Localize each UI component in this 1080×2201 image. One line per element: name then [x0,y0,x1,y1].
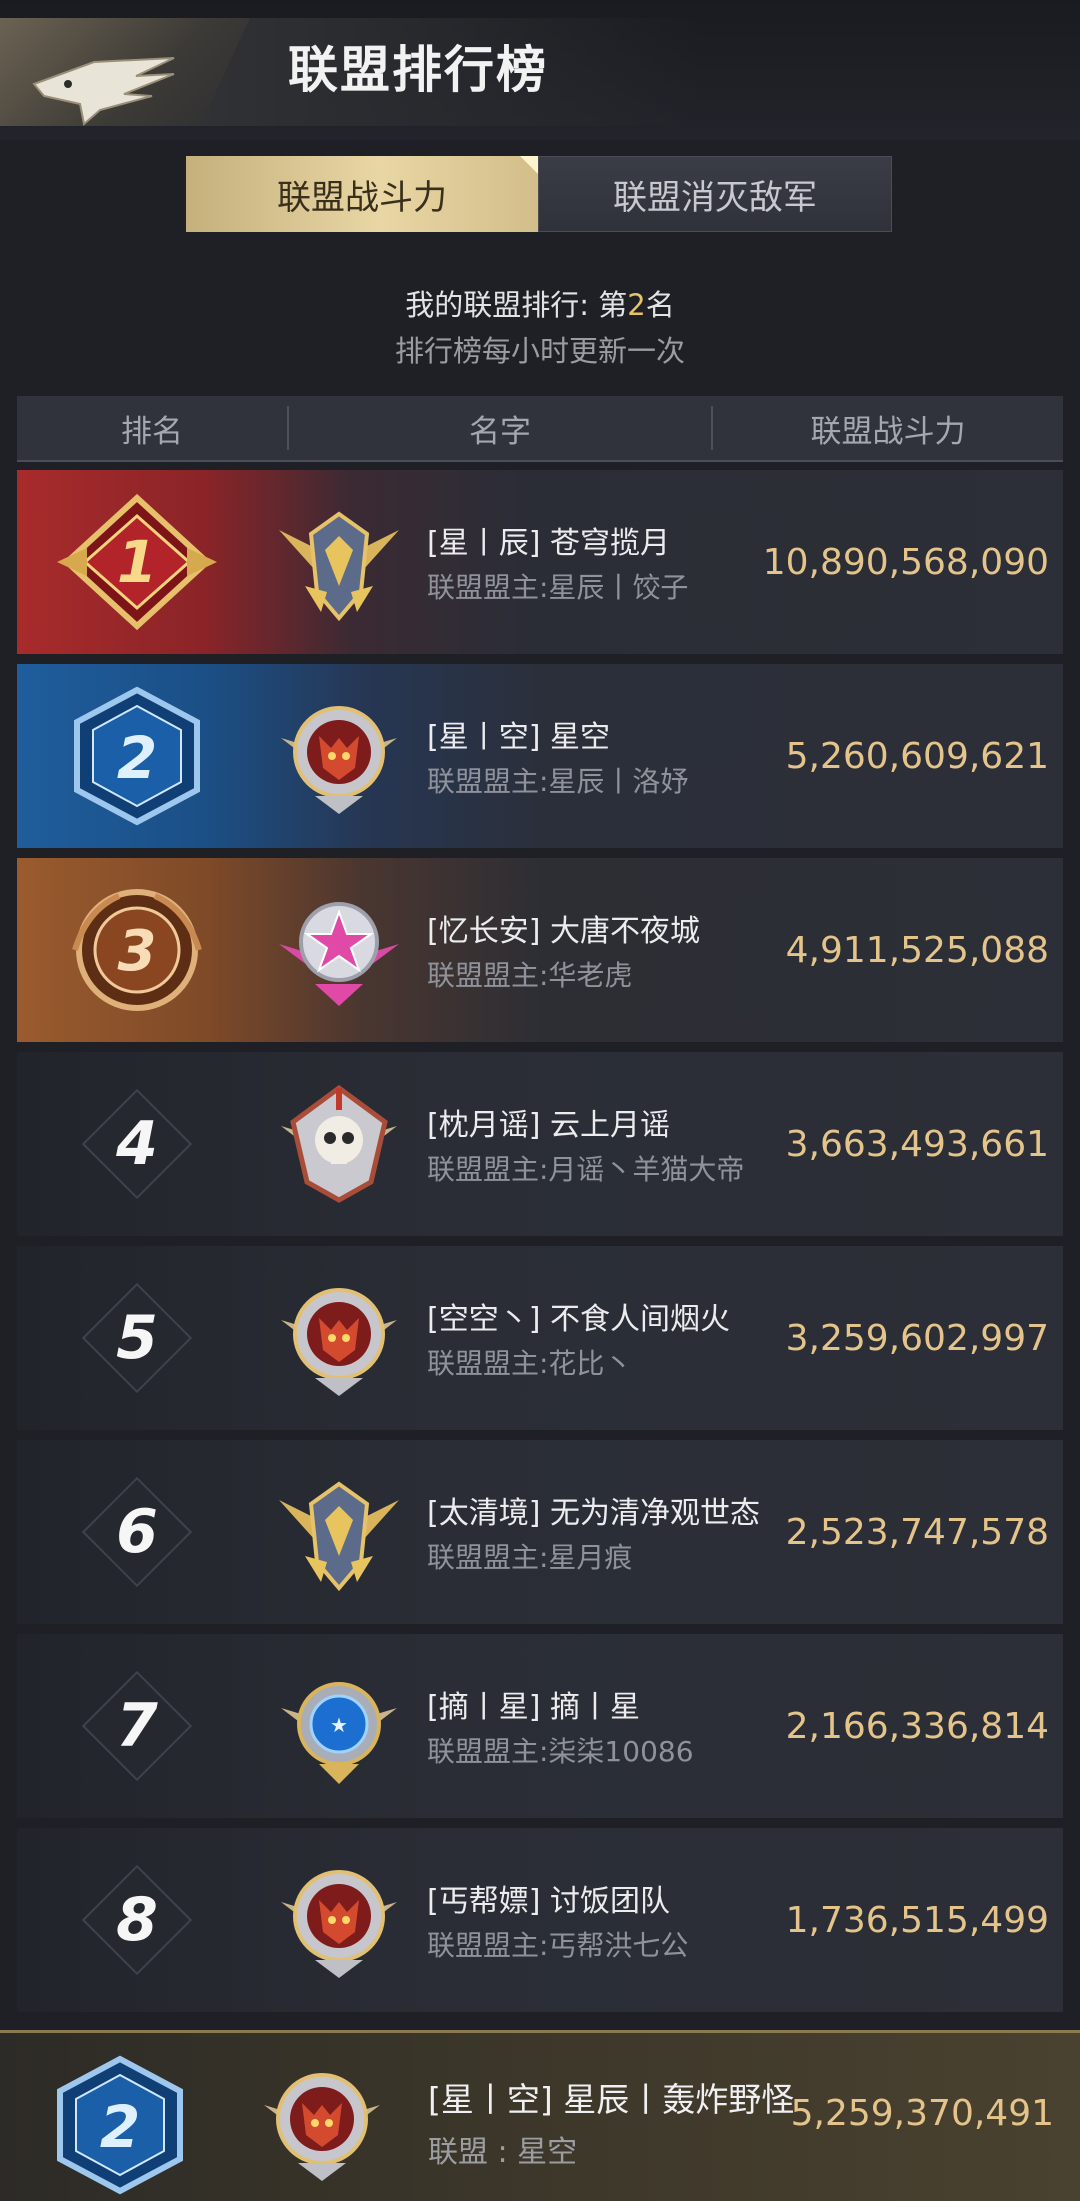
table-row[interactable]: 3 [忆长安] 大唐不夜城 联盟盟主:华老虎 4,911,525,088 [17,858,1063,1042]
rank-number: 5 [77,1282,197,1394]
alliance-name: [忆长安] 大唐不夜城 [427,914,700,949]
table-row[interactable]: 8 [丐帮嫖] 讨饭团队 联盟盟主:丐帮洪七公 1,736,515,499 [17,1828,1063,2012]
alliance-emblem-icon [275,1276,403,1400]
rank-2-badge-icon: 2 [40,2055,200,2195]
my-alliance-bar[interactable]: 2 [星丨空] 星辰丨轰炸野怪 联盟 : 星空 5,259,370,491 [0,2030,1080,2201]
rank-number-text: 6 [116,1497,158,1567]
alliance-emblem-icon [275,1470,403,1594]
alliance-name: [摘丨星] 摘丨星 [427,1690,640,1725]
alliance-name: [星丨辰] 苍穹揽月 [427,526,670,561]
table-row[interactable]: 4 [枕月谣] 云上月谣联盟盟主:月谣丶羊猫大帝 3,663,493,661 [17,1052,1063,1236]
table-row[interactable]: 1 [星丨辰] 苍穹揽月 联盟盟主:星辰丨饺子 10,890,568,090 [17,470,1063,654]
page-title: 联盟排行榜 [288,41,548,99]
alliance-emblem-icon [258,2061,386,2185]
alliance-name: [空空丶] 不食人间烟火 [427,1302,730,1337]
my-alliance-name: [星丨空] 星辰丨轰炸野怪 [428,2080,795,2119]
my-rank-suffix: 名 [645,288,675,322]
alliance-emblem-icon [275,888,403,1012]
alliance-power: 3,663,493,661 [785,1124,1049,1165]
alliance-power: 10,890,568,090 [762,542,1049,583]
alliance-power: 5,260,609,621 [785,736,1049,777]
my-rank-text: 我的联盟排行: 第2名 [0,282,1080,324]
svg-text:1: 1 [117,528,157,596]
alliance-name: [太清境] 无为清净观世态 [427,1496,760,1531]
alliance-leader: 联盟盟主:柒柒10086 [427,1735,694,1768]
alliance-name: [枕月谣] 云上月谣 [427,1108,670,1143]
rank-number-text: 7 [116,1691,158,1761]
alliance-power: 3,259,602,997 [785,1318,1049,1359]
svg-text:3: 3 [118,919,157,984]
alliance-leader: 联盟盟主:星辰丨饺子 [427,571,689,604]
rank-number-text: 8 [116,1885,158,1955]
rank-3-badge-icon: 3 [57,880,217,1020]
table-row[interactable]: 2 [星丨空] 星空联盟盟主:星辰丨洛妤 5,260,609,621 [17,664,1063,848]
alliance-emblem-icon [275,1858,403,1982]
alliance-leader: 联盟盟主:星月痕 [427,1541,633,1574]
alliance-power: 4,911,525,088 [785,930,1049,971]
alliance-emblem-icon: ★ [275,1664,403,1788]
update-note: 排行榜每小时更新一次 [394,334,685,368]
tab-bar: 联盟战斗力 联盟消灭敌军 [186,156,892,232]
alliance-name: [星丨空] 星空 [427,720,610,755]
my-rank-label: 我的联盟排行: 第 [405,288,628,322]
rank-number: 4 [77,1088,197,1200]
rank-2-badge-icon: 2 [57,686,217,826]
column-header-power: 联盟战斗力 [810,413,966,450]
tab-alliance-kills[interactable]: 联盟消灭敌军 [538,156,892,232]
rank-number-text: 4 [116,1109,158,1179]
alliance-leader: 联盟盟主:星辰丨洛妤 [427,765,689,798]
rank-number-text: 5 [116,1303,158,1373]
alliance-emblem-icon [275,1082,403,1206]
svg-text:2: 2 [117,724,157,792]
column-header-name: 名字 [469,413,531,450]
rank-number: 8 [77,1864,197,1976]
table-row[interactable]: 7 ★ [摘丨星] 摘丨星联盟盟主:柒柒10086 2,166,336,814 [17,1634,1063,1818]
alliance-leader: 联盟盟主:华老虎 [427,959,633,992]
my-alliance-label: 联盟 : 星空 [428,2135,578,2170]
alliance-emblem-icon [275,694,403,818]
column-header-rank: 排名 [121,413,183,450]
rank-number: 7 [77,1670,197,1782]
tab-alliance-power[interactable]: 联盟战斗力 [186,156,538,232]
svg-text:★: ★ [330,1713,348,1737]
table-header: 排名 名字 联盟战斗力 [17,396,1063,462]
table-row[interactable]: 5 [空空丶] 不食人间烟火 联盟盟主:花比丶 3,259,602,997 [17,1246,1063,1430]
my-rank-number: 2 [627,288,646,322]
rank-1-badge-icon: 1 [57,492,217,632]
alliance-leader: 联盟盟主:月谣丶羊猫大帝 [427,1153,745,1186]
rank-number: 6 [77,1476,197,1588]
alliance-emblem-icon [275,500,403,624]
alliance-power: 2,166,336,814 [785,1706,1049,1747]
alliance-power: 1,736,515,499 [785,1900,1049,1941]
alliance-power: 2,523,747,578 [785,1512,1049,1553]
alliance-name: [丐帮嫖] 讨饭团队 [427,1884,670,1919]
svg-text:2: 2 [100,2093,140,2161]
eagle-logo-icon [32,57,175,126]
ranking-list: 1 [星丨辰] 苍穹揽月 联盟盟主:星辰丨饺子 10,890,568,090 2 [… [17,470,1063,2022]
alliance-leader: 联盟盟主:花比丶 [427,1347,633,1380]
my-alliance-power: 5,259,370,491 [790,2093,1054,2134]
table-row[interactable]: 6 [太清境] 无为清净观世态 联盟盟主:星月痕 2,523,747,578 [17,1440,1063,1624]
alliance-leader: 联盟盟主:丐帮洪七公 [427,1929,689,1962]
